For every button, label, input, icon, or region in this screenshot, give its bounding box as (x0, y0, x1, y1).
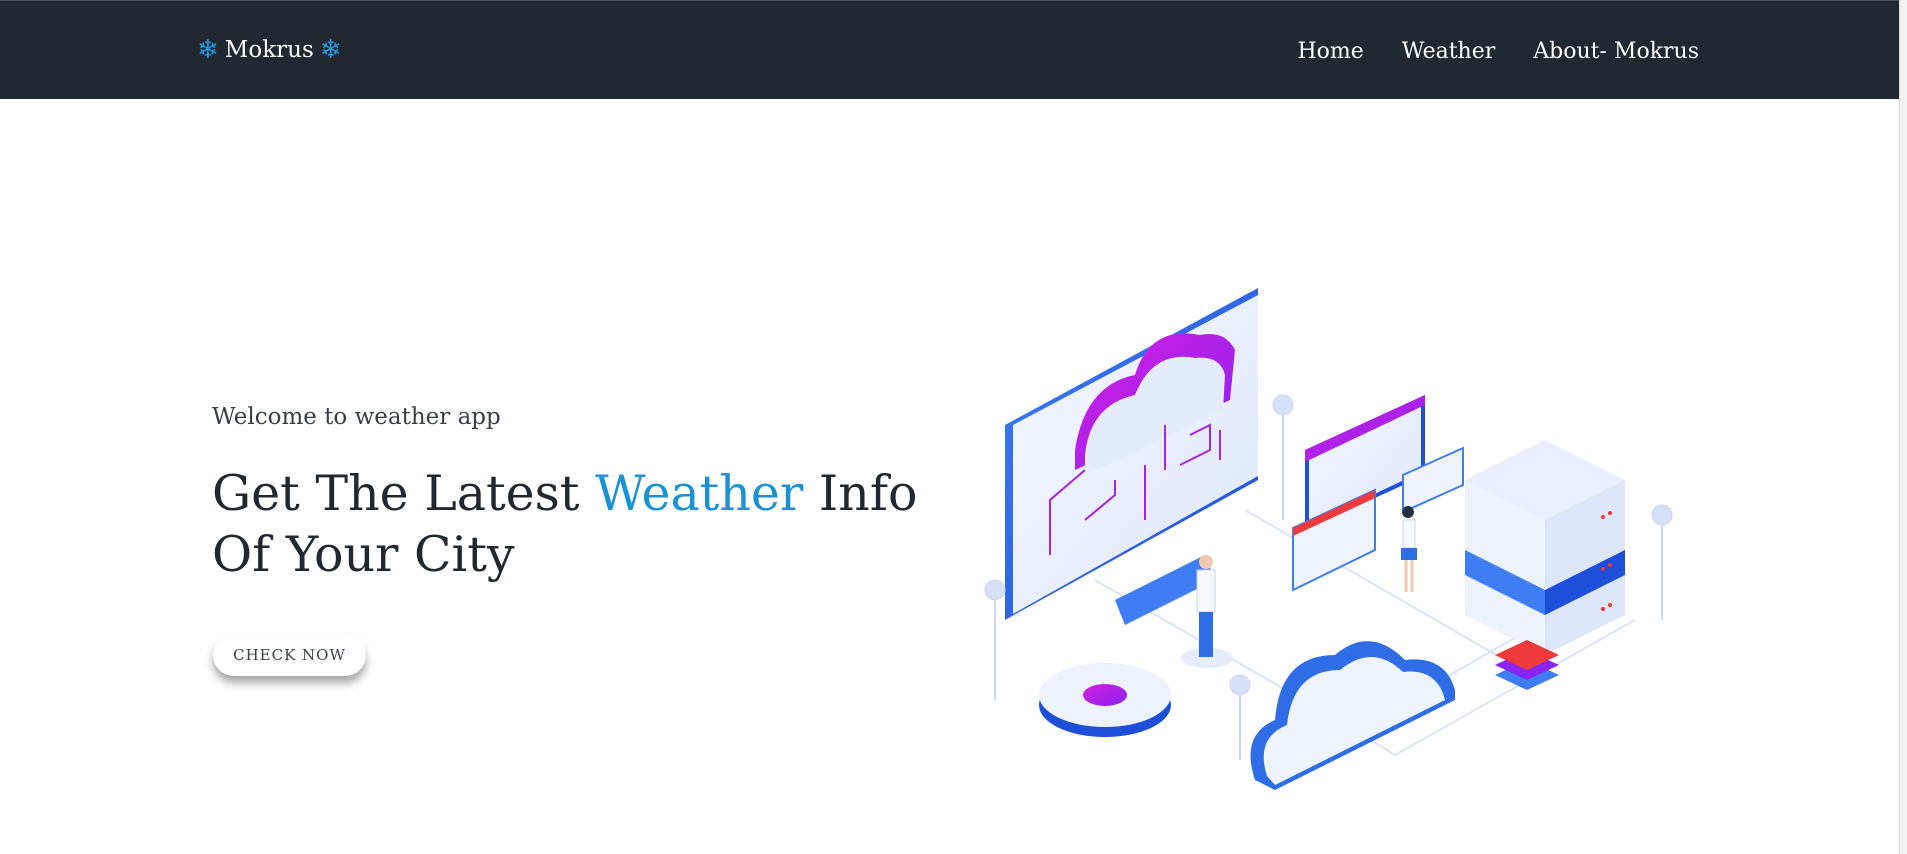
weather-tech-illustration (984, 288, 1673, 790)
person-presenter-icon (1401, 506, 1417, 592)
monitor-icon (1005, 288, 1258, 625)
brand-name: Mokrus (224, 37, 314, 63)
snowflake-icon: ❄ (319, 35, 342, 65)
nav-link-about[interactable]: About- Mokrus (1533, 39, 1699, 64)
headline-start: Get The Latest (212, 465, 580, 522)
nav-menu: Home Weather About- Mokrus (1297, 39, 1699, 64)
server-rack-icon (1465, 440, 1625, 655)
check-now-button[interactable]: CHECK NOW (213, 634, 366, 676)
cloud-storage-icon (1250, 641, 1455, 790)
snowflake-icon: ❄ (197, 35, 219, 65)
nav-link-home[interactable]: Home (1297, 39, 1363, 64)
headline-accent: Weather (595, 465, 804, 522)
brand-link[interactable]: ❄ Mokrus ❄ (197, 37, 342, 63)
screen-panel-icon (1292, 395, 1464, 592)
welcome-text: Welcome to weather app (212, 404, 501, 430)
gear-icon (1039, 663, 1171, 737)
hero-headline: Get The Latest Weather Info Of Your City (212, 463, 972, 585)
nav-link-weather[interactable]: Weather (1402, 39, 1496, 64)
navbar: ❄ Mokrus ❄ Home Weather About- Mokrus (0, 0, 1900, 99)
page-scrollbar[interactable] (1899, 0, 1907, 854)
